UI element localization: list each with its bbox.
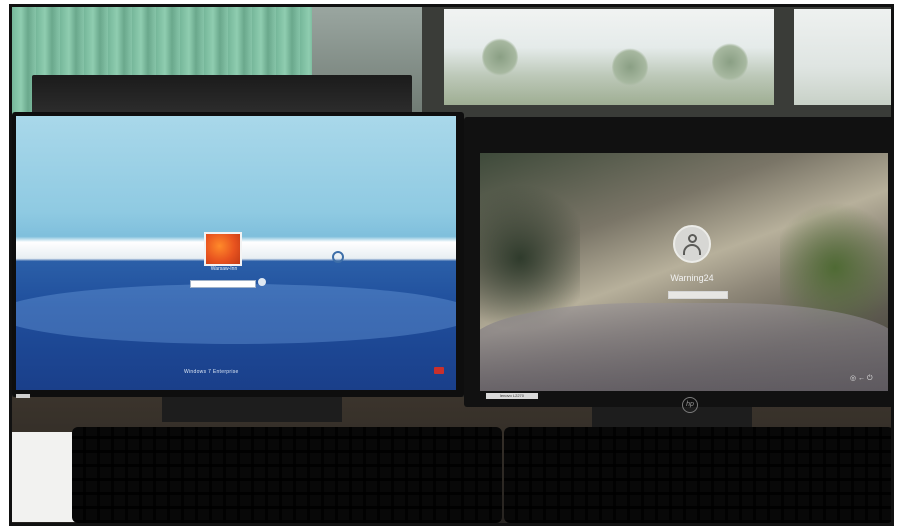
windows7-login-screen: Warsaw-Inn Windows 7 Enterprise bbox=[16, 116, 456, 390]
hp-logo-icon: hp bbox=[682, 397, 698, 413]
avatar-head bbox=[688, 234, 697, 243]
windows-brand-text: Windows 7 Enterprise bbox=[184, 369, 239, 375]
ease-of-access-icon[interactable] bbox=[332, 251, 344, 263]
windows10-login-screen: Warning24 ◎ ← ⏻ bbox=[480, 153, 888, 391]
monitor-right: Warning24 ◎ ← ⏻ lenovo L2270 hp bbox=[464, 117, 891, 413]
tree bbox=[712, 42, 748, 82]
keyboard-right bbox=[504, 427, 891, 523]
wave bbox=[16, 284, 456, 344]
network-icon[interactable]: ◎ ← ⏻ bbox=[850, 374, 873, 383]
monitor-left: Warsaw-Inn Windows 7 Enterprise bbox=[12, 112, 464, 398]
tree bbox=[482, 37, 518, 77]
keyboard-left bbox=[72, 427, 502, 523]
shelf bbox=[32, 75, 412, 117]
user-avatar-icon[interactable] bbox=[204, 232, 242, 266]
bezel-label: lenovo L2270 bbox=[486, 393, 538, 399]
submit-arrow-icon[interactable] bbox=[258, 278, 266, 286]
avatar-body bbox=[683, 244, 701, 255]
password-input[interactable] bbox=[190, 280, 256, 288]
tree bbox=[612, 47, 648, 87]
password-input[interactable] bbox=[668, 291, 728, 299]
photo-frame: Warsaw-Inn Windows 7 Enterprise Warning2… bbox=[9, 4, 894, 526]
blurred-road bbox=[480, 303, 888, 391]
power-icon[interactable] bbox=[434, 367, 444, 374]
bezel-sticker bbox=[16, 394, 30, 398]
user-avatar-icon[interactable] bbox=[673, 225, 711, 263]
user-name: Warning24 bbox=[670, 273, 714, 283]
user-caption: Warsaw-Inn bbox=[210, 266, 238, 272]
window-pane bbox=[794, 9, 891, 105]
